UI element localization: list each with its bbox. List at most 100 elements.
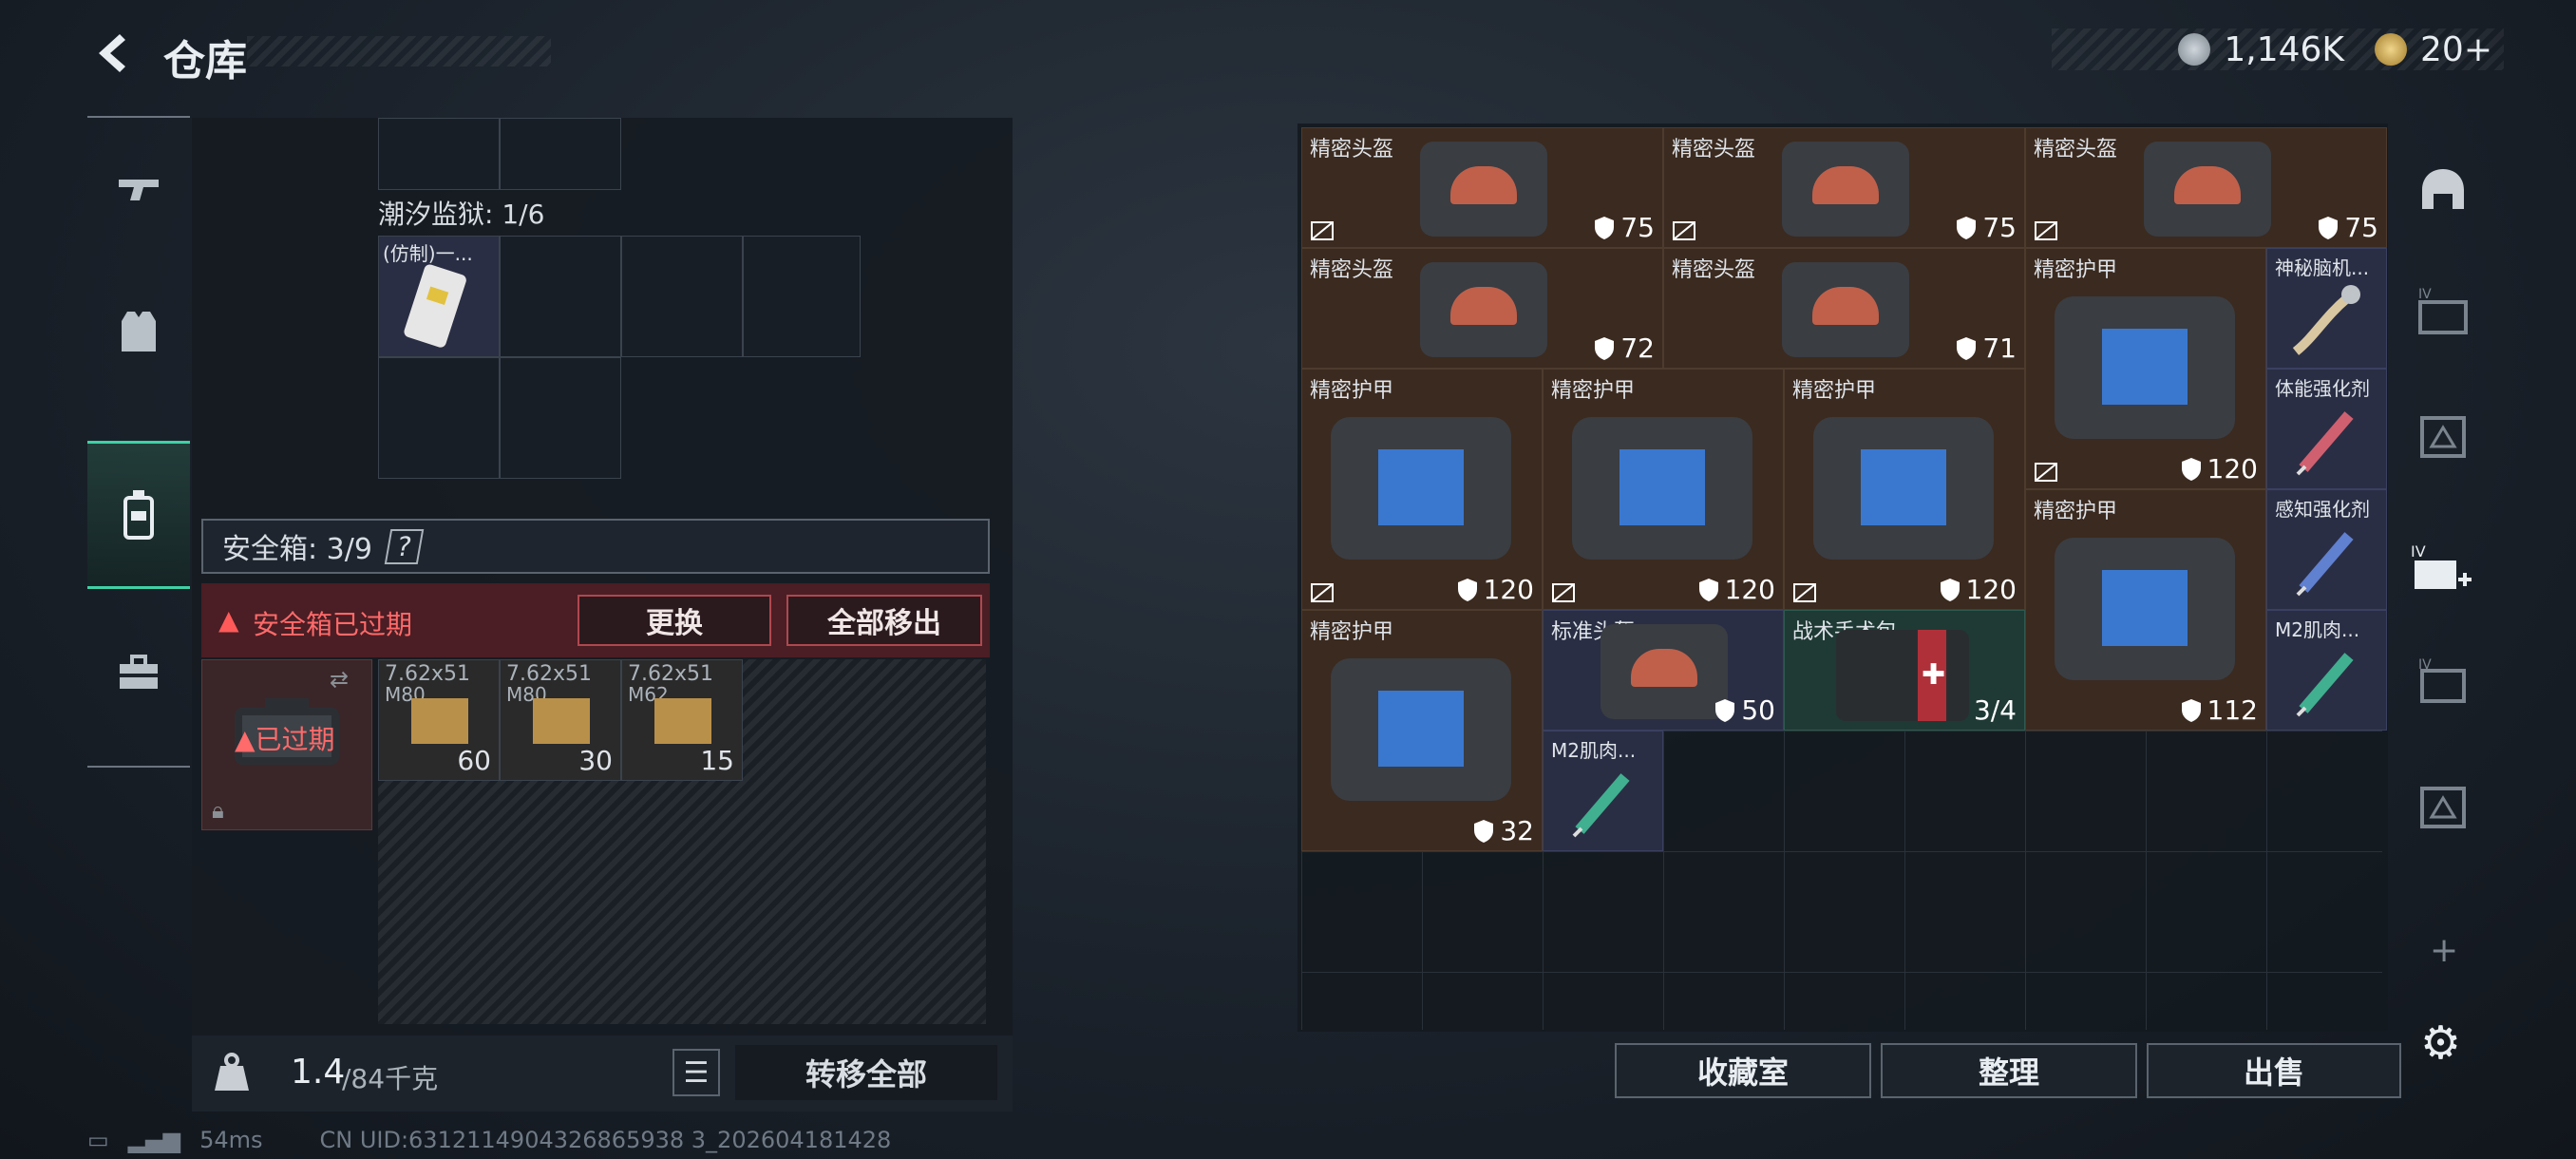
item-stim[interactable]: 体能强化剂	[2266, 369, 2387, 489]
ammo-box-icon	[533, 698, 590, 744]
nav-backpack-add[interactable]: IV	[2409, 542, 2475, 598]
svg-text:IV: IV	[2411, 542, 2426, 560]
armor-bag-icon	[1813, 417, 1994, 560]
safe-box-slot[interactable]: ▲已过期 🔒︎ ⇄	[201, 659, 372, 830]
durability: 120	[2181, 453, 2258, 484]
grid-cell[interactable]	[378, 118, 500, 190]
nav-armor[interactable]	[87, 260, 190, 403]
nav-slot-6[interactable]	[2415, 779, 2472, 836]
helmet-icon	[2422, 169, 2464, 209]
item-label: 精密护甲	[2034, 500, 2118, 523]
grid-cell[interactable]	[743, 236, 861, 357]
gun-icon	[119, 180, 159, 200]
item-helmet[interactable]: 精密头盔 75	[1663, 127, 2025, 248]
lock-icon: 🔒︎	[212, 797, 224, 824]
armor-slot-icon	[2420, 416, 2466, 458]
item-surgery-kit[interactable]: 战术手术包 ✚ 3/4	[1784, 610, 2025, 731]
shield-icon	[2181, 698, 2201, 722]
right-nav: IV IV IV + ⚙	[2405, 124, 2481, 1070]
money-icon	[2178, 33, 2211, 66]
grid-cell[interactable]	[500, 236, 621, 357]
grid-cell[interactable]	[621, 236, 743, 357]
settings-gear-icon[interactable]: ⚙	[2420, 1016, 2461, 1070]
durability: 72	[1594, 332, 1655, 364]
item-helmet[interactable]: 精密头盔 72	[1301, 248, 1663, 369]
alert-text: 安全箱已过期	[253, 609, 413, 640]
back-button[interactable]	[87, 27, 141, 80]
armor-bag-icon	[1572, 417, 1752, 560]
shield-icon	[1957, 216, 1977, 239]
list-icon: ☰	[683, 1055, 710, 1090]
sort-button[interactable]: 整理	[1881, 1043, 2137, 1098]
svg-text:IV: IV	[2418, 287, 2432, 302]
warning-icon: ▲	[218, 604, 239, 636]
collection-room-button[interactable]: 收藏室	[1615, 1043, 1871, 1098]
item-helmet[interactable]: 精密头盔 75	[2025, 127, 2387, 248]
item-stim[interactable]: 感知强化剂	[2266, 489, 2387, 610]
armor-bag-icon	[2055, 538, 2235, 680]
item-armor[interactable]: 精密护甲 120	[1543, 369, 1784, 610]
grid-cell[interactable]	[500, 357, 621, 479]
item-label: 精密护甲	[1792, 379, 1877, 403]
grid-cell[interactable]	[500, 118, 621, 190]
swap-icon[interactable]: ⇄	[330, 666, 349, 693]
ammo-item[interactable]: 7.62x51 M80 60	[378, 659, 500, 781]
title-decoration	[247, 36, 551, 66]
sell-button[interactable]: 出售	[2147, 1043, 2401, 1098]
item-armor[interactable]: 精密护甲 32	[1301, 610, 1543, 851]
shield-icon	[1957, 336, 1977, 360]
helmet-bag-icon	[2144, 142, 2271, 237]
item-label: 神秘脑机...	[2275, 256, 2370, 279]
ammo-item[interactable]: 7.62x51 M62 15	[621, 659, 743, 781]
currency-bar: 1,146K 20+	[2052, 28, 2504, 70]
container-label: 潮汐监狱: 1/6	[378, 199, 545, 230]
nav-slot-5[interactable]: IV	[2415, 656, 2472, 712]
item-label: M2肌肉...	[1551, 739, 1637, 762]
item-label: 精密头盔	[1310, 138, 1394, 162]
chip-cable-icon	[2292, 285, 2360, 355]
durability: 75	[1956, 212, 2017, 243]
item-helmet[interactable]: 标准头盔 50	[1543, 610, 1784, 731]
safe-box-header: 安全箱: 3/9 ?	[201, 519, 990, 574]
battery-icon: ▭	[87, 1127, 109, 1153]
transfer-all-button[interactable]: 转移全部	[735, 1045, 997, 1100]
container-item[interactable]: (仿制)一...	[378, 236, 500, 357]
shield-icon	[1595, 336, 1615, 360]
item-armor[interactable]: 精密护甲 120	[1784, 369, 2025, 610]
left-nav	[87, 116, 190, 768]
durability: 120	[1457, 574, 1534, 605]
nav-weapon[interactable]	[87, 118, 190, 260]
nav-slot-3[interactable]	[2415, 408, 2472, 466]
replace-button[interactable]: 更换	[578, 595, 771, 646]
item-brain-chip[interactable]: 神秘脑机...	[2266, 248, 2387, 369]
list-view-button[interactable]: ☰	[672, 1049, 720, 1096]
ammo-item[interactable]: 7.62x51 M80 30	[500, 659, 621, 781]
nav-helmet-slot[interactable]	[2415, 162, 2472, 218]
item-armor[interactable]: 精密护甲 120	[1301, 369, 1543, 610]
remove-all-button[interactable]: 全部移出	[786, 595, 982, 646]
item-stim[interactable]: M2肌肉...	[2266, 610, 2387, 731]
add-slot-button[interactable]: +	[2430, 931, 2458, 970]
helmet-bag-icon	[1782, 262, 1909, 357]
nav-backpack[interactable]	[87, 441, 190, 589]
grid-cell[interactable]	[378, 357, 500, 479]
durability: 75	[1594, 212, 1655, 243]
ammo-box-icon	[411, 698, 468, 744]
weight-max: /84千克	[342, 1063, 439, 1094]
item-stim[interactable]: M2肌肉...	[1543, 731, 1663, 851]
item-armor[interactable]: 精密护甲 112	[2025, 489, 2266, 731]
armor-bag-icon	[1331, 658, 1511, 801]
nav-slot-2[interactable]: IV	[2415, 285, 2472, 342]
shield-icon	[1595, 216, 1615, 239]
item-helmet[interactable]: 精密头盔 71	[1663, 248, 2025, 369]
item-armor[interactable]: 精密护甲 120	[2025, 248, 2266, 489]
money-amount: 1,146K	[2224, 29, 2345, 69]
help-button[interactable]: ?	[384, 528, 425, 564]
helmet-bag-icon	[1420, 142, 1547, 237]
ping-value: 54ms	[199, 1127, 263, 1153]
item-helmet[interactable]: 精密头盔 75	[1301, 127, 1663, 248]
item-label: 精密护甲	[1551, 379, 1636, 403]
token-amount: 20+	[2420, 29, 2492, 69]
broken-icon	[1311, 221, 1334, 240]
nav-toolbox[interactable]	[87, 602, 190, 745]
